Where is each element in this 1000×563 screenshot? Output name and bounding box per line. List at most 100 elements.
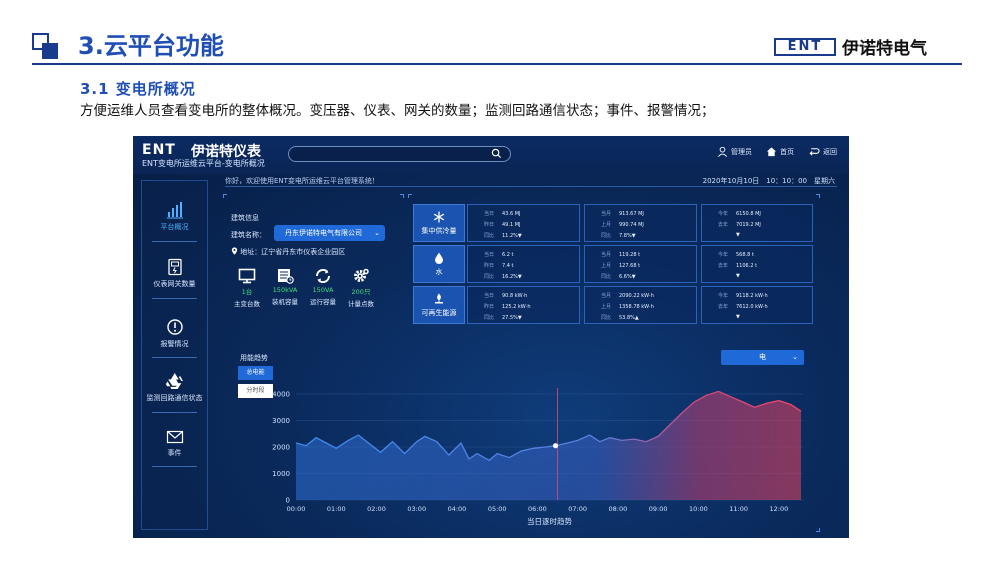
metric-row: 同比 7.8%▼: [601, 232, 636, 239]
metric-value: 90.8 kW·h: [502, 293, 528, 299]
stat-label: 装机容量: [272, 298, 298, 306]
metric-box: 今年 6150.8 MJ 去年 7019.2 MJ ▼: [701, 204, 813, 242]
metric-row: 上月 127.68 t: [601, 262, 640, 269]
home-button[interactable]: 首页: [766, 146, 794, 157]
home-icon: [766, 147, 777, 157]
highlight-point: [552, 443, 559, 449]
category-cooling[interactable]: 集中供冷量: [413, 204, 465, 242]
metric-key: 上月: [601, 304, 612, 310]
building-select[interactable]: 丹东伊诺特电气有限公司 ⌄: [274, 225, 385, 241]
metric-row: 同比 11.2%▼: [484, 232, 522, 239]
metric-row: 当月 119.28 t: [601, 251, 640, 258]
y-tick-label: 4000: [272, 391, 290, 399]
x-tick-label: 00:00: [287, 505, 306, 513]
metric-row: ▼: [718, 314, 740, 320]
metric-row: 今年 6150.8 MJ: [718, 210, 761, 217]
sidebar-label-comm-status: 监测回路通信状态: [146, 394, 203, 402]
gear-icon: [354, 268, 369, 282]
metric-key: 上月: [601, 263, 612, 269]
bar-chart-icon: [166, 202, 183, 219]
metric-key: 同比: [601, 274, 612, 280]
corner-decor: [400, 194, 404, 198]
metric-key: 当日: [484, 252, 495, 258]
return-label: 返回: [823, 147, 837, 156]
search-icon[interactable]: [491, 148, 502, 159]
metric-key: 今年: [718, 211, 729, 217]
metric-row: 同比 53.8%▲: [601, 314, 639, 321]
y-tick-label: 3000: [272, 417, 290, 425]
brand-logo: ENT: [774, 37, 836, 56]
topbar-divider: [225, 186, 837, 187]
sidebar-item-events[interactable]: 事件: [142, 429, 207, 458]
datetime-text: 2020年10月10日 10：10：00 星期六: [702, 177, 835, 185]
metric-box: 当月 913.67 MJ 上月 990.74 MJ 同比 7.8%▼: [584, 204, 697, 242]
stat-label: 运行容量: [310, 298, 336, 306]
y-tick-label: 2000: [272, 444, 290, 452]
search-input[interactable]: [288, 146, 511, 162]
metric-key: 去年: [718, 263, 729, 269]
section-subtitle: 3.1 变电所概况: [80, 80, 196, 98]
corner-decor: [223, 194, 227, 198]
metric-row: 昨日 125.2 kW·h: [484, 303, 531, 310]
sidebar-divider: [152, 466, 197, 467]
x-tick-label: 02:00: [367, 505, 386, 513]
category-label: 可再生能源: [421, 309, 457, 317]
slide: 3.云平台功能 ENT 伊诺特电气 3.1 变电所概况 方便运维人员查看变电所的…: [0, 0, 1000, 563]
x-tick-label: 04:00: [448, 505, 467, 513]
sidebar-item-overview[interactable]: 平台概况: [142, 201, 207, 232]
x-tick-label: 10:00: [689, 505, 708, 513]
stat-installed-capacity: 150kVA 装机容量: [265, 268, 305, 306]
metric-value: 1106.2 t: [736, 263, 758, 269]
metric-value: 27.5%▼: [502, 315, 522, 321]
metric-row: 上月 1358.78 kW·h: [601, 303, 654, 310]
metric-box: 今年 9118.2 kW·h 去年 7612.0 kW·h ▼: [701, 286, 813, 324]
sidebar-label-events: 事件: [167, 449, 182, 457]
metric-row: 同比 6.6%▼: [601, 273, 636, 280]
metric-box: 当日 90.8 kW·h 昨日 125.2 kW·h 同比 27.5%▼: [467, 286, 580, 324]
metric-value: 6.2 t: [502, 252, 514, 258]
metric-row: 今年 9118.2 kW·h: [718, 292, 768, 299]
x-tick-label: 12:00: [769, 505, 788, 513]
metric-value: ▼: [736, 273, 740, 279]
metric-key: 昨日: [484, 263, 495, 269]
metric-value: 913.67 MJ: [619, 211, 644, 217]
admin-button[interactable]: 管理员: [717, 146, 752, 157]
metric-row: 当日 90.8 kW·h: [484, 292, 527, 299]
decor-square-filled: [42, 43, 58, 59]
corner-decor: [816, 194, 820, 198]
category-renewable[interactable]: 可再生能源: [413, 286, 465, 324]
metric-value: 125.2 kW·h: [502, 304, 531, 310]
app-topbar: ENT 伊诺特仪表 ENT变电所运维云平台-变电所概况 管理员 首页 返回: [133, 136, 849, 174]
category-water[interactable]: 水: [413, 245, 465, 283]
metric-value: ▼: [736, 314, 740, 320]
x-tick-label: 11:00: [729, 505, 748, 513]
metric-value: 2090.22 kW·h: [619, 293, 654, 299]
metric-key: 同比: [484, 315, 495, 321]
metric-value: 43.6 MJ: [502, 211, 521, 217]
sidebar-item-meters[interactable]: 仪表网关数量: [142, 258, 207, 289]
alert-icon: [166, 319, 183, 335]
water-drop-icon: [435, 252, 443, 264]
monitor-icon: [238, 268, 256, 284]
x-tick-label: 01:00: [327, 505, 346, 513]
metric-key: 当月: [601, 252, 612, 258]
metric-value: 9118.2 kW·h: [736, 293, 768, 299]
building-name-label: 建筑名称：: [231, 231, 266, 239]
renewable-icon: [435, 293, 443, 304]
stat-label: 计量点数: [348, 300, 374, 308]
brand-name: 伊诺特电气: [842, 39, 927, 59]
return-button[interactable]: 返回: [808, 146, 837, 157]
trend-panel: 用能趋势 总电能 分时段 电 ⌄ 0 1000 2000 3000 4000 00:00 0…: [223, 344, 820, 532]
metric-value: 6.6%▼: [619, 274, 636, 280]
sidebar-item-alarms[interactable]: 报警情况: [142, 318, 207, 349]
x-tick-label: 09:00: [649, 505, 668, 513]
metric-value: 1358.78 kW·h: [619, 304, 654, 310]
return-icon: [809, 148, 820, 156]
meter-icon: [167, 258, 182, 276]
metric-row: 当月 913.67 MJ: [601, 210, 644, 217]
x-tick-label: 08:00: [609, 505, 628, 513]
stat-value: 1台: [241, 288, 253, 296]
brand: ENT 伊诺特电气: [774, 34, 927, 59]
y-tick-label: 0: [286, 497, 290, 505]
sidebar-item-comm-status[interactable]: 监测回路通信状态: [142, 371, 207, 403]
